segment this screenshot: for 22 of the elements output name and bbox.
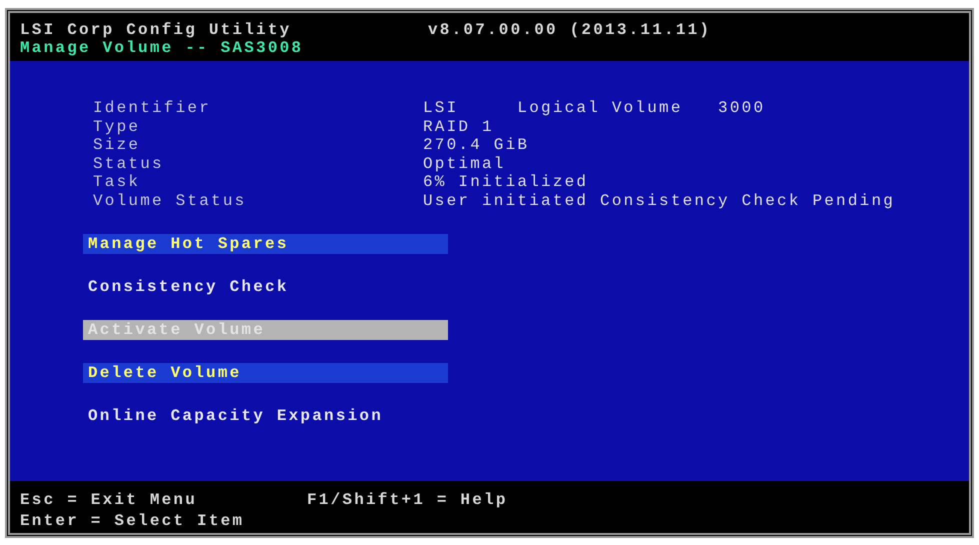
property-value: 270.4 GiB — [423, 136, 530, 154]
property-value: Optimal — [423, 154, 506, 173]
key-hint: Esc = Exit Menu — [20, 491, 198, 511]
property-label: Size — [93, 136, 142, 154]
screen-subtitle: Manage Volume -- SAS3008 — [20, 39, 304, 57]
property-label: Task — [93, 173, 142, 192]
key-hint: F1/Shift+1 = Help — [307, 491, 508, 509]
menu-item[interactable]: Consistency Check — [83, 277, 448, 297]
property-label: Identifier — [93, 99, 212, 118]
menu-item[interactable]: Manage Hot Spares — [83, 234, 448, 254]
property-label: Status — [93, 154, 165, 173]
key-hint: Enter = Select Item — [20, 512, 246, 532]
menu-item[interactable]: Online Capacity Expansion — [83, 406, 448, 426]
version-text: v8.07.00.00 (2013.11.11) — [428, 21, 712, 39]
property-value: 6% Initialized — [423, 173, 588, 192]
menu-item[interactable]: Delete Volume — [83, 363, 448, 383]
property-label: Type — [93, 118, 142, 136]
property-value: LSI Logical Volume 3000 — [423, 99, 766, 118]
property-value: RAID 1 — [423, 118, 494, 136]
property-label: Volume Status — [93, 192, 248, 210]
app-title: LSI Corp Config Utility — [20, 21, 292, 39]
property-value: User initiated Consistency Check Pending — [423, 192, 896, 210]
